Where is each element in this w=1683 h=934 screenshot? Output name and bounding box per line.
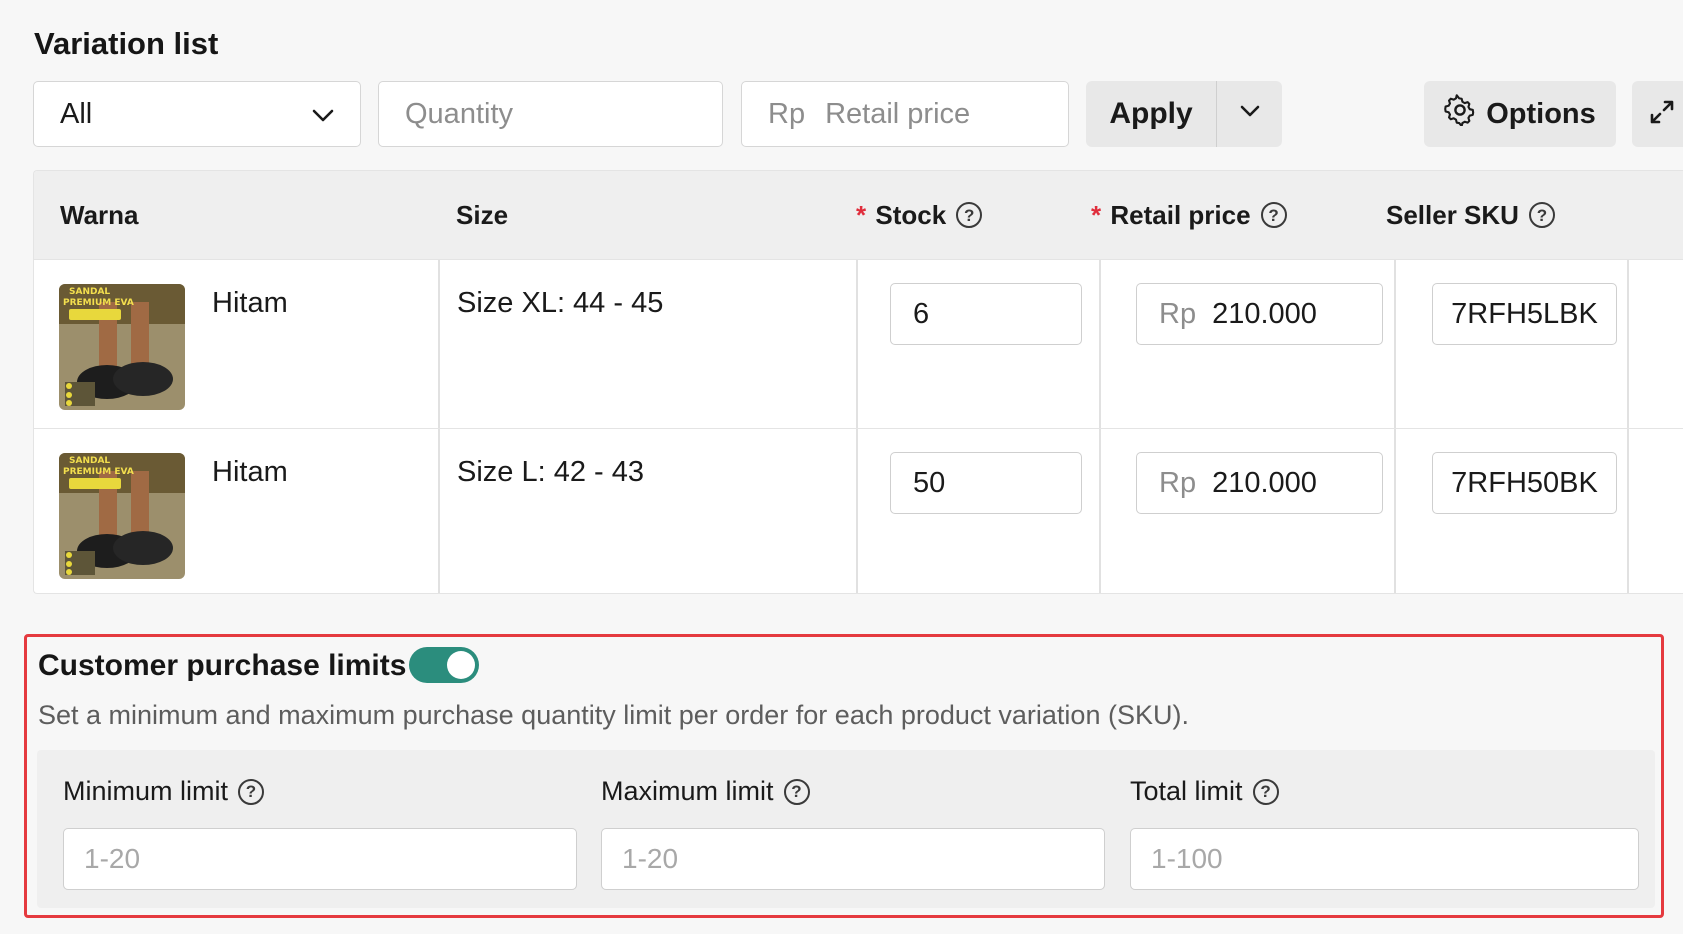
variation-filter-select[interactable]: All: [33, 81, 361, 147]
help-icon[interactable]: ?: [238, 778, 264, 805]
apply-split-button: Apply: [1086, 81, 1282, 147]
gear-icon: [1444, 94, 1476, 134]
currency-prefix: Rp: [768, 97, 806, 130]
column-header-label: Retail price: [1110, 199, 1251, 230]
field-label: Minimum limit: [63, 776, 228, 806]
variation-warna: Hitam: [212, 287, 288, 319]
total-limit-input[interactable]: 1-100: [1130, 828, 1639, 890]
table-row: SANDAL PREMIUM EVA Hitam Size XL: 44 - 4…: [34, 259, 1683, 428]
help-icon[interactable]: ?: [1260, 202, 1287, 228]
variation-warna: Hitam: [212, 456, 288, 488]
retail-price-input[interactable]: Rp 210.000: [1136, 283, 1383, 345]
currency-prefix: Rp: [1159, 297, 1197, 330]
batch-quantity-input[interactable]: Quantity: [378, 81, 723, 147]
thumbnail-text: PREMIUM EVA: [63, 467, 134, 477]
expand-button[interactable]: [1632, 81, 1683, 147]
stock-input[interactable]: 6: [890, 283, 1082, 345]
retail-price-placeholder: Retail price: [825, 97, 971, 130]
customer-purchase-limits-section: Customer purchase limits Set a minimum a…: [24, 634, 1664, 918]
field-label: Maximum limit: [601, 776, 774, 806]
apply-dropdown-button[interactable]: [1217, 81, 1282, 147]
seller-sku-value: 7RFH5LBK: [1451, 297, 1598, 330]
retail-price-input[interactable]: Rp 210.000: [1136, 452, 1383, 514]
toggle-knob: [447, 651, 475, 679]
apply-button[interactable]: Apply: [1086, 81, 1217, 147]
maximum-limit-label: Maximum limit ?: [601, 776, 810, 807]
total-limit-label: Total limit ?: [1130, 776, 1279, 807]
page: Variation list All Quantity Rp Retail pr…: [0, 0, 1683, 934]
variation-size: Size L: 42 - 43: [457, 456, 644, 488]
column-header-seller-sku: Seller SKU ?: [1386, 171, 1555, 259]
variation-size: Size XL: 44 - 45: [457, 287, 664, 319]
seller-sku-value: 7RFH50BK: [1451, 466, 1598, 499]
options-label: Options: [1486, 97, 1596, 130]
input-placeholder: 1-20: [84, 843, 141, 874]
currency-prefix: Rp: [1159, 466, 1197, 499]
stock-input[interactable]: 50: [890, 452, 1082, 514]
help-icon[interactable]: ?: [956, 202, 983, 228]
column-header-retail-price: * Retail price ?: [1091, 171, 1287, 259]
variation-table: Warna Size * Stock ? * Retail price ? Se…: [33, 170, 1683, 594]
options-button[interactable]: Options: [1424, 81, 1616, 147]
column-header-label: Seller SKU: [1386, 199, 1519, 230]
section-title: Variation list: [34, 26, 219, 61]
limits-title: Customer purchase limits: [38, 649, 407, 682]
table-header: Warna Size * Stock ? * Retail price ? Se…: [34, 171, 1683, 259]
limits-description: Set a minimum and maximum purchase quant…: [38, 700, 1189, 730]
chevron-down-icon: [312, 98, 334, 131]
column-header-stock: * Stock ?: [856, 171, 983, 259]
column-header-label: Warna: [60, 199, 139, 230]
chevron-down-icon: [1240, 105, 1260, 123]
minimum-limit-label: Minimum limit ?: [63, 776, 264, 807]
retail-price-value: 210.000: [1212, 297, 1317, 330]
batch-retail-price-input[interactable]: Rp Retail price: [741, 81, 1069, 147]
field-label: Total limit: [1130, 776, 1243, 806]
column-header-warna: Warna: [60, 171, 139, 259]
stock-value: 50: [913, 466, 946, 499]
thumbnail-text: SANDAL: [69, 456, 110, 466]
filter-value: All: [60, 97, 93, 130]
help-icon[interactable]: ?: [1528, 202, 1555, 228]
input-placeholder: 1-100: [1151, 843, 1223, 874]
input-placeholder: 1-20: [622, 843, 679, 874]
thumbnail-text: PREMIUM EVA: [63, 298, 134, 308]
retail-price-value: 210.000: [1212, 466, 1317, 499]
stock-value: 6: [913, 297, 930, 330]
table-row: SANDAL PREMIUM EVA Hitam Size L: 42 - 43…: [34, 428, 1683, 593]
product-thumbnail[interactable]: SANDAL PREMIUM EVA: [59, 453, 185, 579]
required-asterisk: *: [856, 199, 867, 230]
limits-fields-panel: Minimum limit ? 1-20 Maximum limit ? 1-2…: [37, 750, 1655, 908]
seller-sku-input[interactable]: 7RFH50BK: [1432, 452, 1617, 514]
purchase-limits-toggle[interactable]: [409, 647, 479, 683]
help-icon[interactable]: ?: [783, 778, 810, 805]
column-header-size: Size: [456, 171, 508, 259]
column-header-label: Stock: [875, 199, 947, 230]
help-icon[interactable]: ?: [1252, 778, 1279, 805]
minimum-limit-input[interactable]: 1-20: [63, 828, 577, 890]
quantity-placeholder: Quantity: [405, 97, 513, 130]
expand-icon: [1648, 98, 1676, 131]
product-thumbnail[interactable]: SANDAL PREMIUM EVA: [59, 284, 185, 410]
thumbnail-text: SANDAL: [69, 287, 110, 297]
seller-sku-input[interactable]: 7RFH5LBK: [1432, 283, 1617, 345]
column-header-label: Size: [456, 199, 509, 230]
maximum-limit-input[interactable]: 1-20: [601, 828, 1105, 890]
required-asterisk: *: [1091, 199, 1102, 230]
